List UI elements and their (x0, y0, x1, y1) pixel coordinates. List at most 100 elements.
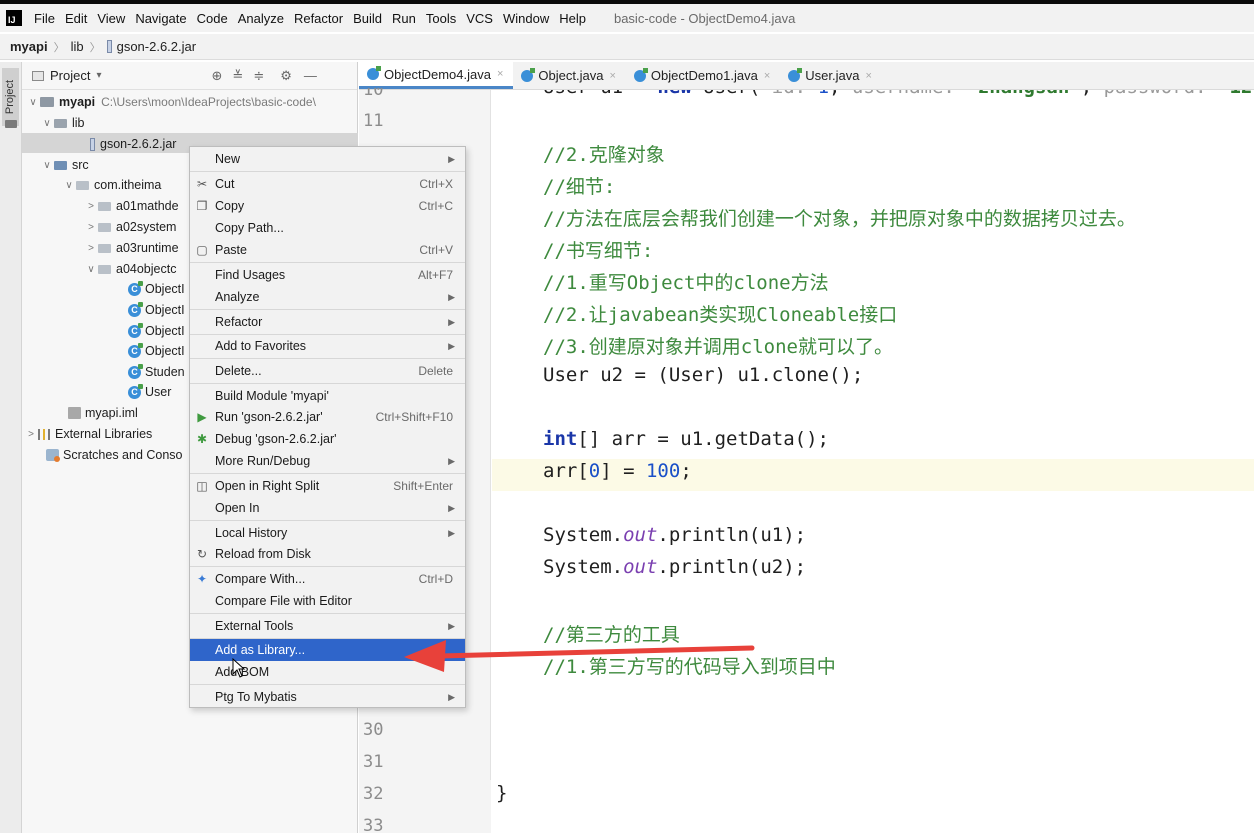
tree-item-class[interactable]: C ObjectI (128, 341, 185, 361)
menu-analyze[interactable]: Analyze (238, 11, 284, 26)
tree-item-scratches[interactable]: Scratches and Conso (46, 445, 183, 465)
project-panel-title[interactable]: Project (50, 68, 90, 83)
submenu-arrow-icon: ▶ (448, 527, 455, 538)
tree-item-package[interactable]: ∨ com.itheima (62, 175, 161, 195)
code-line: arr[0] = 100; (543, 460, 692, 482)
menu-item-copy[interactable]: ❐ Copy Ctrl+C (190, 195, 465, 217)
tree-item-class[interactable]: C User (128, 382, 171, 402)
tree-item-class[interactable]: C ObjectI (128, 279, 185, 299)
menu-file[interactable]: File (34, 11, 55, 26)
tree-item-class[interactable]: C Studen (128, 362, 185, 382)
chevron-down-icon[interactable]: ∨ (26, 97, 40, 108)
menu-item-more-run[interactable]: More Run/Debug ▶ (190, 450, 465, 472)
breadcrumb-project[interactable]: myapi (10, 39, 48, 54)
tree-item-a02[interactable]: > a02system (84, 217, 176, 237)
tree-item-external-libraries[interactable]: > External Libraries (24, 424, 152, 444)
menu-item-compare-editor[interactable]: Compare File with Editor (190, 590, 465, 612)
menu-vcs[interactable]: VCS (466, 11, 493, 26)
menu-item-reload-disk[interactable]: ↻ Reload from Disk (190, 543, 465, 565)
menu-item-open-right-split[interactable]: ◫ Open in Right Split Shift+Enter (190, 475, 465, 497)
line-number: 32 (363, 784, 384, 804)
expand-all-icon[interactable]: ≑ (253, 68, 264, 84)
code-comment: //2.克隆对象 (543, 144, 665, 166)
tab-object[interactable]: Object.java × (513, 62, 625, 89)
submenu-arrow-icon: ▶ (448, 153, 455, 164)
tree-item-a04[interactable]: ∨ a04objectc (84, 259, 176, 279)
menu-item-open-in[interactable]: Open In ▶ (190, 497, 465, 519)
gear-icon[interactable]: ⚙ (280, 68, 292, 84)
menu-help[interactable]: Help (559, 11, 586, 26)
menu-item-delete[interactable]: Delete... Delete (190, 360, 465, 382)
menu-item-find-usages[interactable]: Find Usages Alt+F7 (190, 264, 465, 286)
tree-item-label: Scratches and Conso (63, 448, 183, 462)
menu-refactor[interactable]: Refactor (294, 11, 343, 26)
menu-item-compare-with[interactable]: ✦ Compare With... Ctrl+D (190, 568, 465, 590)
chevron-down-icon[interactable]: ▾ (96, 70, 101, 81)
chevron-down-icon[interactable]: ∨ (40, 160, 54, 171)
tree-item-class[interactable]: C ObjectI (128, 300, 185, 320)
menu-window[interactable]: Window (503, 11, 549, 26)
minimize-icon[interactable]: — (304, 68, 317, 83)
menu-separator (190, 473, 465, 474)
close-icon[interactable]: × (609, 70, 615, 82)
chevron-right-icon[interactable]: > (84, 243, 98, 254)
structure-folder-icon[interactable] (5, 120, 17, 128)
menu-item-run[interactable]: ▶ Run 'gson-2.6.2.jar' Ctrl+Shift+F10 (190, 406, 465, 428)
tree-item-iml[interactable]: myapi.iml (68, 403, 138, 423)
menu-item-copy-path[interactable]: Copy Path... (190, 217, 465, 239)
tree-item-myapi[interactable]: ∨ myapi C:\Users\moon\IdeaProjects\basic… (26, 92, 316, 112)
tree-item-a03[interactable]: > a03runtime (84, 238, 178, 258)
target-icon[interactable]: ⊕ (212, 68, 223, 84)
close-icon[interactable]: × (865, 70, 871, 82)
tree-item-label: src (72, 158, 89, 172)
tab-objectdemo1[interactable]: ObjectDemo1.java × (626, 62, 780, 89)
menu-item-debug[interactable]: ✱ Debug 'gson-2.6.2.jar' (190, 428, 465, 450)
close-icon[interactable]: × (497, 68, 503, 80)
menu-tools[interactable]: Tools (426, 11, 456, 26)
line-number: 33 (363, 816, 384, 833)
menu-navigate[interactable]: Navigate (135, 11, 186, 26)
close-icon[interactable]: × (764, 70, 770, 82)
menu-item-new[interactable]: New ▶ (190, 148, 465, 170)
chevron-down-icon[interactable]: ∨ (84, 264, 98, 275)
breadcrumb-file[interactable]: gson-2.6.2.jar (117, 39, 197, 54)
project-view-icon (32, 70, 44, 81)
window-title: basic-code - ObjectDemo4.java (613, 10, 796, 26)
code-editor[interactable]: User u1 = new User( id: 1, username: "zh… (492, 90, 1254, 833)
tab-label: Object.java (538, 68, 604, 83)
collapse-all-icon[interactable]: ≚ (232, 68, 243, 84)
menu-item-analyze[interactable]: Analyze ▶ (190, 286, 465, 308)
chevron-right-icon[interactable]: > (84, 201, 98, 212)
menu-item-ptg-mybatis[interactable]: Ptg To Mybatis ▶ (190, 686, 465, 708)
run-icon: ▶ (197, 410, 207, 424)
chevron-down-icon[interactable]: ∨ (40, 118, 54, 129)
tree-item-lib[interactable]: ∨ lib (40, 113, 84, 133)
tab-user[interactable]: User.java × (780, 62, 882, 89)
package-icon (98, 243, 111, 253)
chevron-right-icon[interactable]: > (84, 222, 98, 233)
menu-item-refactor[interactable]: Refactor ▶ (190, 311, 465, 333)
menu-item-add-favorites[interactable]: Add to Favorites ▶ (190, 335, 465, 357)
menu-item-build-module[interactable]: Build Module 'myapi' (190, 385, 465, 407)
menu-view[interactable]: View (97, 11, 125, 26)
menu-item-local-history[interactable]: Local History ▶ (190, 522, 465, 544)
chevron-right-icon[interactable]: > (24, 429, 38, 440)
tree-item-gson-jar[interactable]: gson-2.6.2.jar (90, 134, 176, 154)
menu-item-paste[interactable]: ▢ Paste Ctrl+V (190, 239, 465, 261)
project-tool-tab[interactable]: Project (2, 68, 19, 126)
tree-item-class[interactable]: C ObjectI (128, 321, 185, 341)
tab-objectdemo4[interactable]: ObjectDemo4.java × (359, 62, 514, 89)
submenu-arrow-icon: ▶ (448, 455, 455, 466)
menu-code[interactable]: Code (197, 11, 228, 26)
menu-run[interactable]: Run (392, 11, 416, 26)
menu-item-cut[interactable]: ✂ Cut Ctrl+X (190, 173, 465, 195)
jar-icon (106, 40, 112, 53)
menu-edit[interactable]: Edit (65, 11, 87, 26)
chevron-down-icon[interactable]: ∨ (62, 180, 76, 191)
menu-item-external-tools[interactable]: External Tools ▶ (190, 615, 465, 637)
breadcrumb-folder[interactable]: lib (71, 39, 84, 54)
tree-item-src[interactable]: ∨ src (40, 155, 89, 175)
mouse-cursor-icon (232, 658, 246, 678)
menu-build[interactable]: Build (353, 11, 382, 26)
tree-item-a01[interactable]: > a01mathde (84, 196, 178, 216)
